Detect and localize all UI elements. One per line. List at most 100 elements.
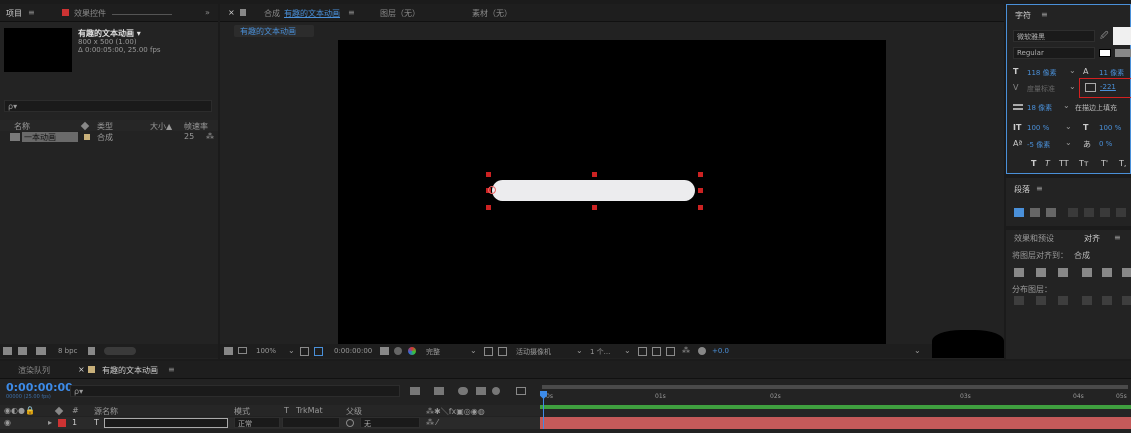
project-scrollbar[interactable] <box>104 347 136 355</box>
kerning-dropdown-icon[interactable]: ⌄ <box>1069 82 1076 91</box>
bbox-handle-tl[interactable] <box>486 172 491 177</box>
distribute-v-center-icon[interactable] <box>1036 296 1046 305</box>
fast-preview-icon[interactable] <box>652 347 661 356</box>
align-v-center-icon[interactable] <box>1102 268 1112 277</box>
paragraph-title[interactable]: 段落 <box>1014 184 1030 195</box>
timeline-icon[interactable] <box>666 347 675 356</box>
expand-arrow-icon[interactable]: ▸ <box>48 418 52 427</box>
eyedropper-icon[interactable]: 🖉 <box>1100 30 1109 44</box>
views-dropdown-icon[interactable]: ⌄ <box>624 346 631 355</box>
align-bottom-edges-icon[interactable] <box>1122 268 1131 277</box>
stroke-width-dropdown-icon[interactable]: ⌄ <box>1063 101 1070 110</box>
flowchart-icon[interactable]: ⁂ <box>682 346 690 355</box>
time-navigator-bar[interactable] <box>542 385 1128 389</box>
menu-icon[interactable]: ≡ <box>1114 233 1121 242</box>
channel-icon[interactable] <box>408 347 416 355</box>
menu-icon[interactable]: ≡ <box>28 8 35 17</box>
distribute-h-center-icon[interactable] <box>1102 296 1112 305</box>
timeline-timecode[interactable]: 0:00:00:00 <box>6 381 73 394</box>
pickwhip-icon[interactable] <box>346 419 354 427</box>
font-size-value[interactable]: 118 像素 <box>1027 68 1057 78</box>
align-right-button[interactable] <box>1046 208 1056 217</box>
layer-duration-bar[interactable] <box>540 417 1131 429</box>
distribute-left-icon[interactable] <box>1082 296 1092 305</box>
subscript-button[interactable]: T, <box>1119 159 1126 168</box>
bbox-handle-bm[interactable] <box>592 205 597 210</box>
timeline-search-input[interactable]: ρ▾ <box>70 385 400 397</box>
new-folder-icon[interactable] <box>18 347 27 355</box>
camera-dropdown-icon[interactable]: ⌄ <box>576 346 583 355</box>
layer-switches[interactable]: ⁂ ⁄ <box>426 418 438 427</box>
exposure-icon[interactable] <box>698 347 706 355</box>
draft-3d-icon[interactable] <box>434 387 444 395</box>
all-caps-button[interactable]: TT <box>1059 159 1069 168</box>
col-name[interactable]: 名称 <box>14 121 30 132</box>
mask-icon[interactable] <box>314 347 323 356</box>
parent-select[interactable]: 无 <box>360 417 420 428</box>
time-ruler[interactable]: 0s 01s 02s 03s 04s 05s <box>540 385 1131 405</box>
close-tab-icon[interactable]: × <box>228 8 235 17</box>
interpret-footage-icon[interactable] <box>3 347 12 355</box>
camera-select[interactable]: 活动摄像机 <box>516 347 551 357</box>
zoom-select[interactable]: 100% <box>256 347 276 355</box>
align-left-button[interactable] <box>1014 208 1024 217</box>
baseline-dropdown-icon[interactable]: ⌄ <box>1065 138 1072 147</box>
tab-render-queue[interactable]: 渲染队列 <box>18 365 50 376</box>
superscript-button[interactable]: T' <box>1101 159 1108 168</box>
tab-timeline-comp[interactable]: 有趣的文本动画 <box>102 365 158 376</box>
layer-label-swatch[interactable] <box>58 419 66 427</box>
align-h-center-icon[interactable] <box>1036 268 1046 277</box>
tab-align[interactable]: 对齐 <box>1084 233 1100 244</box>
align-to-select[interactable]: 合成 <box>1074 250 1090 261</box>
swap-colors-icon[interactable] <box>1115 49 1131 57</box>
stroke-color-swatch[interactable] <box>1099 49 1111 57</box>
lock-icon[interactable] <box>240 9 246 16</box>
anchor-point-icon[interactable] <box>488 186 496 194</box>
faux-italic-button[interactable]: T <box>1045 159 1050 168</box>
show-snapshot-icon[interactable] <box>394 347 402 355</box>
always-preview-icon[interactable] <box>224 347 233 355</box>
resolution-select[interactable]: 完整 <box>426 347 440 357</box>
trash-icon[interactable] <box>88 347 95 355</box>
tab-layer[interactable]: 图层（无） <box>380 8 420 19</box>
zoom-dropdown-icon[interactable]: ⌄ <box>288 346 295 355</box>
item-name[interactable]: 一本动画 <box>22 132 78 142</box>
distribute-bottom-icon[interactable] <box>1058 296 1068 305</box>
stroke-width-value[interactable]: 18 像素 <box>1027 103 1052 113</box>
layer-name-field[interactable] <box>104 418 228 428</box>
bbox-handle-mr[interactable] <box>698 188 703 193</box>
tracking-value[interactable]: -221 <box>1100 83 1116 91</box>
comp-timecode[interactable]: 0:00:00:00 <box>334 347 372 355</box>
viewer-dropdown-icon[interactable]: ⌄ <box>914 346 921 355</box>
font-family-select[interactable]: 微软雅黑 <box>1013 30 1095 42</box>
comp-subtab[interactable]: 有趣的文本动画 <box>234 25 314 37</box>
small-caps-button[interactable]: Tт <box>1079 159 1089 168</box>
exposure-value[interactable]: +0.0 <box>712 347 729 355</box>
distribute-top-icon[interactable] <box>1014 296 1024 305</box>
font-size-dropdown-icon[interactable]: ⌄ <box>1069 66 1076 75</box>
col-layer-name[interactable]: 源名称 <box>94 406 118 417</box>
frame-blend-icon[interactable] <box>476 387 486 395</box>
horizontal-scale-value[interactable]: 100 % <box>1099 124 1121 132</box>
kerning-value[interactable]: 度量标准 <box>1027 84 1055 94</box>
menu-icon[interactable]: ≡ <box>348 8 355 17</box>
faux-bold-button[interactable]: T <box>1031 159 1036 168</box>
menu-icon[interactable]: ≡ <box>1036 184 1043 193</box>
justify-last-left-button[interactable] <box>1068 208 1078 217</box>
align-left-edges-icon[interactable] <box>1014 268 1024 277</box>
camera-snapshot-icon[interactable] <box>380 347 389 355</box>
views-select[interactable]: 1 个... <box>590 347 610 357</box>
bbox-handle-bl[interactable] <box>486 205 491 210</box>
baseline-value[interactable]: -5 像素 <box>1027 140 1050 150</box>
close-tab-icon[interactable]: × <box>78 365 85 374</box>
col-type[interactable]: 类型 <box>97 121 113 132</box>
bbox-handle-br[interactable] <box>698 205 703 210</box>
panel-expand-icon[interactable]: » <box>205 8 210 17</box>
bbox-handle-tr[interactable] <box>698 172 703 177</box>
roi-icon[interactable] <box>484 347 493 356</box>
col-size[interactable]: 大小▲ <box>150 121 172 132</box>
character-title[interactable]: 字符 <box>1015 10 1031 21</box>
tab-footage[interactable]: 素材（无） <box>472 8 512 19</box>
text-layer-shape[interactable] <box>492 180 695 201</box>
monitor-icon[interactable] <box>238 347 247 354</box>
